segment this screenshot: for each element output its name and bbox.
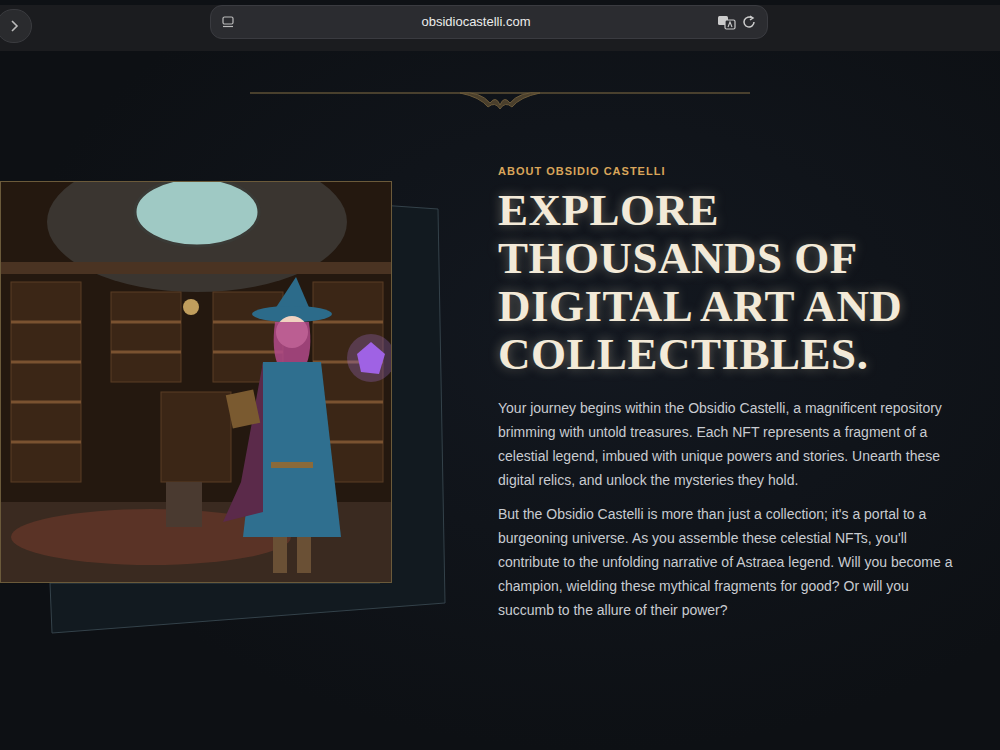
section-heading: EXPLORE THOUSANDS OF DIGITAL ART AND COL… bbox=[498, 186, 960, 378]
about-text: ABOUT OBSIDIO CASTELLI EXPLORE THOUSANDS… bbox=[460, 163, 980, 643]
forward-button[interactable] bbox=[0, 9, 32, 43]
ornament-divider bbox=[0, 51, 1000, 111]
image-column bbox=[0, 163, 460, 643]
about-paragraph: But the Obsidio Castelli is more than ju… bbox=[498, 502, 960, 622]
library-illustration bbox=[0, 181, 392, 583]
page-icon bbox=[221, 15, 235, 29]
address-bar[interactable]: obsidiocastelli.com bbox=[210, 5, 768, 39]
flourish-icon bbox=[250, 81, 750, 111]
translate-icon[interactable] bbox=[717, 14, 737, 30]
section-label: ABOUT OBSIDIO CASTELLI bbox=[498, 163, 960, 180]
address-text[interactable]: obsidiocastelli.com bbox=[235, 12, 717, 32]
about-paragraph: Your journey begins within the Obsidio C… bbox=[498, 396, 960, 492]
reload-icon[interactable] bbox=[741, 14, 757, 30]
page-content: ABOUT OBSIDIO CASTELLI EXPLORE THOUSANDS… bbox=[0, 51, 1000, 750]
chevron-right-icon bbox=[8, 19, 20, 33]
paragraph-list: Your journey begins within the Obsidio C… bbox=[498, 396, 960, 622]
browser-toolbar: obsidiocastelli.com bbox=[0, 5, 1000, 51]
about-section: ABOUT OBSIDIO CASTELLI EXPLORE THOUSANDS… bbox=[0, 163, 1000, 643]
